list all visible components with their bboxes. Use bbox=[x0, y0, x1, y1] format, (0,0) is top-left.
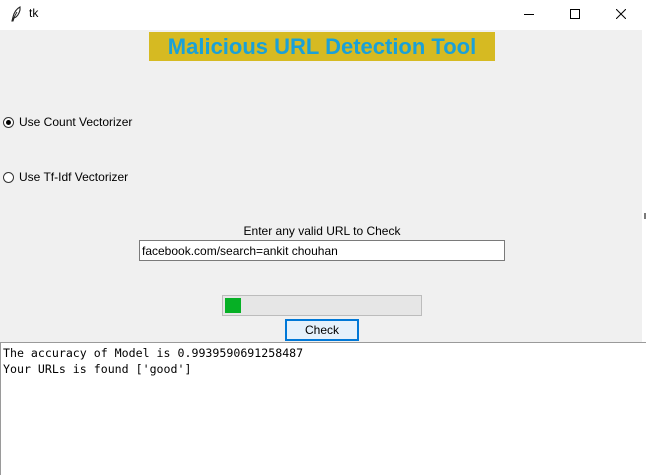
radio-tfidf-vectorizer-label: Use Tf-Idf Vectorizer bbox=[19, 170, 129, 184]
maximize-icon bbox=[570, 9, 580, 19]
output-line-accuracy: The accuracy of Model is 0.9939590691258… bbox=[3, 346, 304, 360]
title-bar[interactable]: tk bbox=[0, 0, 646, 28]
minimize-icon bbox=[524, 9, 534, 19]
output-line-result: Your URLs is found ['good'] bbox=[3, 362, 192, 376]
output-text-area[interactable]: The accuracy of Model is 0.9939590691258… bbox=[0, 342, 646, 475]
radio-unselected-indicator[interactable] bbox=[3, 171, 14, 183]
radio-selected-indicator[interactable] bbox=[3, 116, 14, 128]
minimize-button[interactable] bbox=[506, 0, 552, 28]
url-input[interactable] bbox=[139, 240, 505, 261]
radio-tfidf-vectorizer[interactable]: Use Tf-Idf Vectorizer bbox=[3, 169, 128, 185]
close-button[interactable] bbox=[598, 0, 644, 28]
maximize-button[interactable] bbox=[552, 0, 598, 28]
window-edge bbox=[642, 30, 646, 342]
close-icon bbox=[616, 9, 626, 19]
radio-count-vectorizer[interactable]: Use Count Vectorizer bbox=[3, 114, 132, 130]
radio-count-vectorizer-label: Use Count Vectorizer bbox=[19, 115, 133, 129]
window-title: tk bbox=[29, 6, 39, 20]
feather-icon bbox=[10, 6, 22, 22]
check-button[interactable]: Check bbox=[285, 319, 359, 341]
progress-bar bbox=[222, 295, 422, 316]
page-title: Malicious URL Detection Tool bbox=[149, 32, 495, 61]
app-window: tk Malicious URL Detection Tool Use Coun… bbox=[0, 0, 646, 475]
progress-fill bbox=[225, 298, 241, 313]
url-input-label: Enter any valid URL to Check bbox=[243, 224, 401, 238]
